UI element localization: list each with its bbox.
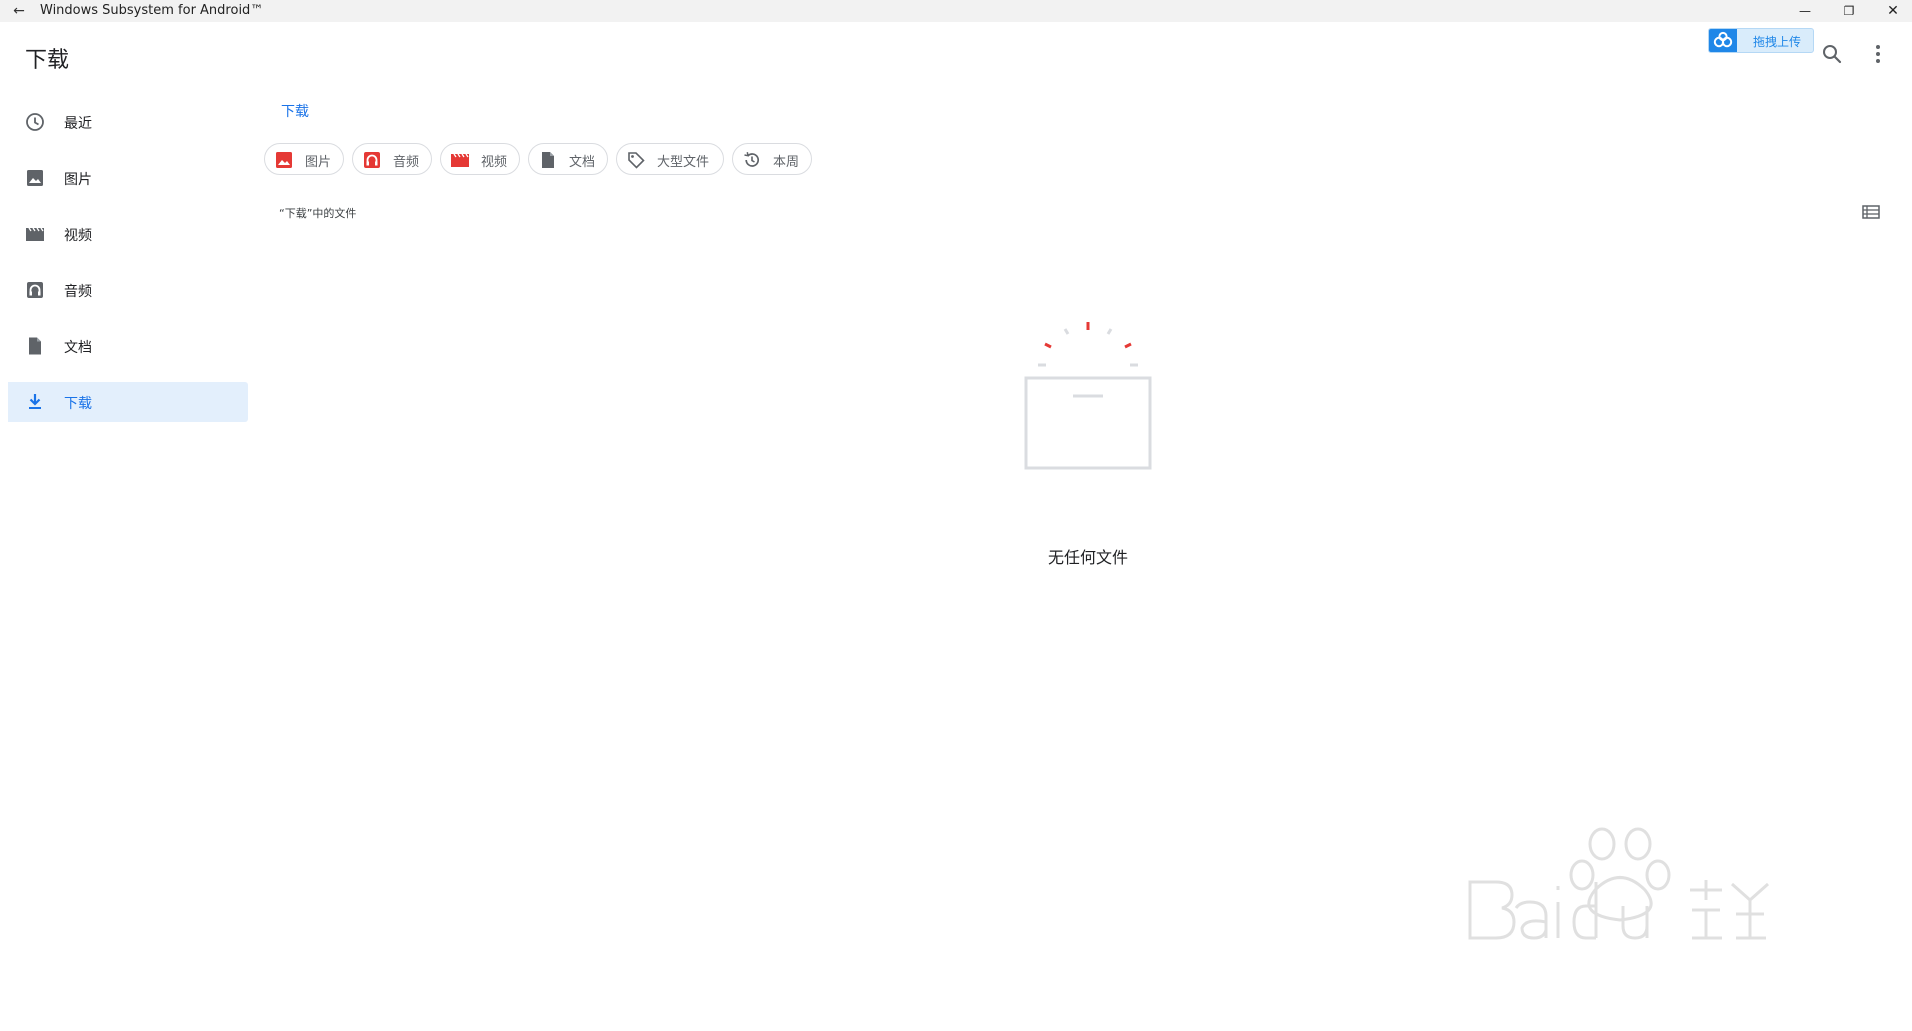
more-vert-icon: [1862, 45, 1894, 74]
clock-icon: [25, 112, 45, 132]
chip-label: 音频: [393, 155, 420, 170]
drag-upload-label: 拖拽上传: [1753, 35, 1802, 49]
empty-folder-illustration: [1016, 312, 1176, 472]
page-title: 下载: [25, 48, 70, 73]
sidebar-item-audio[interactable]: 音频: [8, 270, 248, 310]
chip-images[interactable]: 图片: [264, 143, 344, 175]
view-toggle-button[interactable]: [1860, 201, 1882, 223]
window-back-button[interactable]: ←: [8, 1, 30, 21]
sidebar-item-label: 音频: [64, 284, 92, 300]
sidebar-item-videos[interactable]: 视频: [8, 214, 248, 254]
image-icon: [275, 151, 293, 169]
maximize-button[interactable]: ❐: [1826, 0, 1872, 22]
video-icon: [451, 151, 469, 169]
chip-label: 本周: [773, 155, 800, 170]
image-icon: [25, 168, 45, 188]
minimize-button[interactable]: —: [1782, 0, 1828, 22]
audio-icon: [25, 280, 45, 300]
section-label: “下载”中的文件: [279, 207, 357, 220]
download-icon: [25, 392, 45, 412]
chip-label: 视频: [481, 155, 508, 170]
search-icon: [1816, 45, 1848, 74]
baidu-watermark-logo: [1460, 820, 1820, 1000]
cloud-logo-icon: [1709, 29, 1737, 52]
chip-audio[interactable]: 音频: [352, 143, 432, 175]
video-icon: [25, 224, 45, 244]
window-title: Windows Subsystem for Android™: [40, 3, 264, 18]
tag-icon: [627, 151, 645, 169]
chip-label: 图片: [305, 155, 332, 170]
sidebar-item-documents[interactable]: 文档: [8, 326, 248, 366]
document-icon: [539, 151, 557, 169]
chip-label: 大型文件: [657, 155, 710, 170]
sidebar-item-label: 文档: [64, 340, 92, 356]
chip-label: 文档: [569, 155, 596, 170]
chip-this-week[interactable]: 本周: [732, 143, 812, 175]
search-button[interactable]: [1816, 38, 1848, 70]
document-icon: [25, 336, 45, 356]
sidebar-item-images[interactable]: 图片: [8, 158, 248, 198]
sidebar-item-label: 最近: [64, 116, 92, 132]
sidebar-item-label: 图片: [64, 172, 92, 188]
breadcrumb[interactable]: 下载: [281, 101, 309, 121]
history-icon: [743, 151, 761, 169]
audio-icon: [363, 151, 381, 169]
sidebar-item-label: 下载: [64, 396, 92, 412]
sidebar-item-recent[interactable]: 最近: [8, 102, 248, 142]
sidebar-item-label: 视频: [64, 228, 92, 244]
chip-videos[interactable]: 视频: [440, 143, 520, 175]
close-button[interactable]: ✕: [1870, 0, 1912, 22]
sidebar-item-downloads[interactable]: 下载: [8, 382, 248, 422]
list-view-icon: [1860, 205, 1882, 227]
drag-upload-button[interactable]: 拖拽上传: [1708, 28, 1814, 53]
window-title-bar: ← Windows Subsystem for Android™ — ❐ ✕: [0, 0, 1912, 22]
more-options-button[interactable]: [1862, 38, 1894, 70]
chip-documents[interactable]: 文档: [528, 143, 608, 175]
empty-state-message: 无任何文件: [1047, 548, 1128, 567]
chip-large-files[interactable]: 大型文件: [616, 143, 724, 175]
